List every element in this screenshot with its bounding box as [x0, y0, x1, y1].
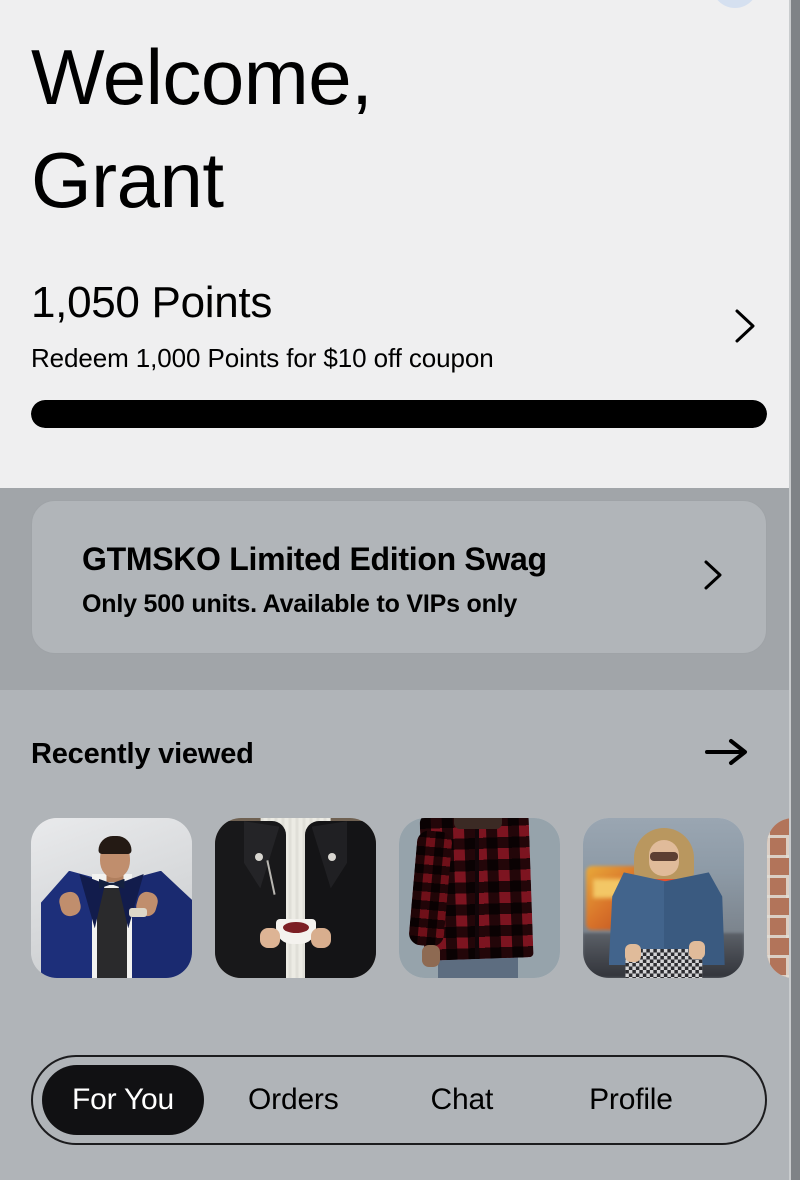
page-title: Welcome, Grant	[31, 33, 373, 224]
points-summary-row[interactable]: 1,050 Points Redeem 1,000 Points for $10…	[0, 278, 791, 388]
arrow-right-icon[interactable]	[705, 737, 749, 767]
nav-item-for-you[interactable]: For You	[42, 1065, 205, 1135]
points-progress-fill	[31, 400, 767, 428]
product-thumbnail-1[interactable]	[31, 818, 192, 978]
product-thumbnail-4[interactable]	[583, 818, 744, 978]
points-value: 1,050 Points	[31, 278, 273, 327]
product-image-tuxedo	[31, 818, 192, 978]
recently-viewed-section: Recently viewed	[0, 690, 791, 1020]
chevron-right-icon[interactable]	[702, 558, 724, 592]
recently-viewed-carousel[interactable]	[0, 818, 791, 998]
product-thumbnail-2[interactable]	[215, 818, 376, 978]
header-section: Welcome, Grant 1,050 Points Redeem 1,000…	[0, 0, 791, 488]
product-image-brick-wall	[767, 818, 791, 978]
bottom-nav-section: For You Orders Chat Profile	[0, 1020, 791, 1180]
promo-title: GTMSKO Limited Edition Swag	[82, 541, 547, 577]
nav-item-profile[interactable]: Profile	[589, 1083, 673, 1117]
recently-viewed-header: Recently viewed	[0, 690, 791, 810]
mobile-app-screen: Welcome, Grant 1,050 Points Redeem 1,000…	[0, 0, 800, 1180]
window-right-edge	[791, 0, 800, 1180]
product-image-plaid-flannel	[399, 818, 560, 978]
promo-section: GTMSKO Limited Edition Swag Only 500 uni…	[0, 488, 791, 690]
points-progress-bar	[31, 400, 767, 428]
product-thumbnail-3[interactable]	[399, 818, 560, 978]
bottom-nav: For You Orders Chat Profile	[31, 1055, 767, 1145]
product-image-denim-jacket	[583, 818, 744, 978]
product-thumbnail-5[interactable]	[767, 818, 791, 978]
product-image-leather-jacket	[215, 818, 376, 978]
promo-card[interactable]: GTMSKO Limited Edition Swag Only 500 uni…	[31, 500, 767, 654]
nav-item-chat[interactable]: Chat	[431, 1083, 494, 1117]
section-title: Recently viewed	[31, 738, 254, 770]
chevron-right-icon[interactable]	[732, 306, 758, 346]
notification-blob-icon	[712, 0, 758, 8]
points-redeem-hint: Redeem 1,000 Points for $10 off coupon	[31, 343, 494, 373]
promo-subtitle: Only 500 units. Available to VIPs only	[82, 590, 518, 618]
nav-item-orders[interactable]: Orders	[248, 1083, 339, 1117]
